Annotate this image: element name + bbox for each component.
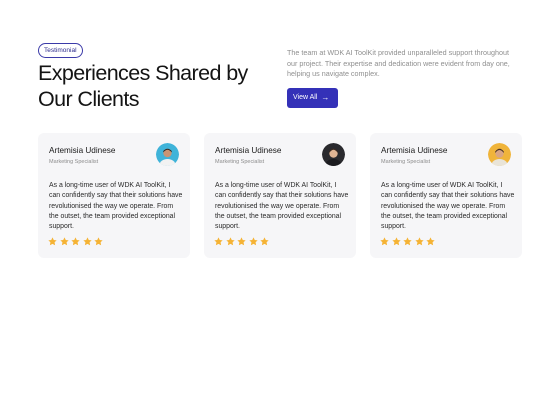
client-name: Artemisia Udinese (215, 146, 282, 155)
star-icon (248, 237, 258, 246)
client-name: Artemisia Udinese (49, 146, 116, 155)
client-role: Marketing Specialist (215, 159, 265, 165)
rating-stars (214, 237, 269, 246)
star-icon (426, 237, 435, 246)
star-icon (59, 237, 69, 246)
section-headline: Experiences Shared by Our Clients (38, 61, 278, 112)
headline-line-1: Experiences Shared by (38, 61, 248, 85)
client-role: Marketing Specialist (381, 159, 431, 165)
view-all-button[interactable]: View All → (287, 88, 338, 108)
section-intro: The team at WDK AI ToolKit provided unpa… (287, 48, 510, 79)
client-role: Marketing Specialist (49, 159, 99, 165)
view-all-label: View All (293, 94, 318, 101)
client-name: Artemisia Udinese (381, 146, 448, 155)
star-icon (48, 237, 57, 246)
avatar (322, 143, 345, 166)
testimonial-quote: As a long-time user of WDK AI ToolKit, I… (49, 182, 183, 231)
star-icon (380, 237, 389, 246)
star-icon (94, 237, 103, 246)
headline-line-2: Our Clients (38, 86, 140, 111)
testimonial-card: Artemisia Udinese Marketing Specialist A… (38, 133, 190, 258)
star-icon (237, 237, 246, 246)
avatar (488, 143, 511, 166)
star-icon (82, 237, 92, 246)
testimonial-card: Artemisia Udinese Marketing Specialist A… (370, 133, 522, 258)
star-icon (391, 237, 401, 246)
star-icon (214, 237, 223, 246)
testimonial-quote: As a long-time user of WDK AI ToolKit, I… (381, 182, 515, 231)
arrow-right-icon: → (321, 93, 330, 102)
rating-stars (380, 237, 435, 246)
star-icon (225, 237, 235, 246)
testimonial-quote: As a long-time user of WDK AI ToolKit, I… (215, 182, 349, 231)
star-icon (71, 237, 80, 246)
star-icon (414, 237, 424, 246)
avatar (156, 143, 179, 166)
star-icon (403, 237, 412, 246)
star-icon (260, 237, 269, 246)
testimonial-card: Artemisia Udinese Marketing Specialist A… (204, 133, 356, 258)
testimonial-badge: Testimonial (38, 43, 83, 58)
rating-stars (48, 237, 103, 246)
